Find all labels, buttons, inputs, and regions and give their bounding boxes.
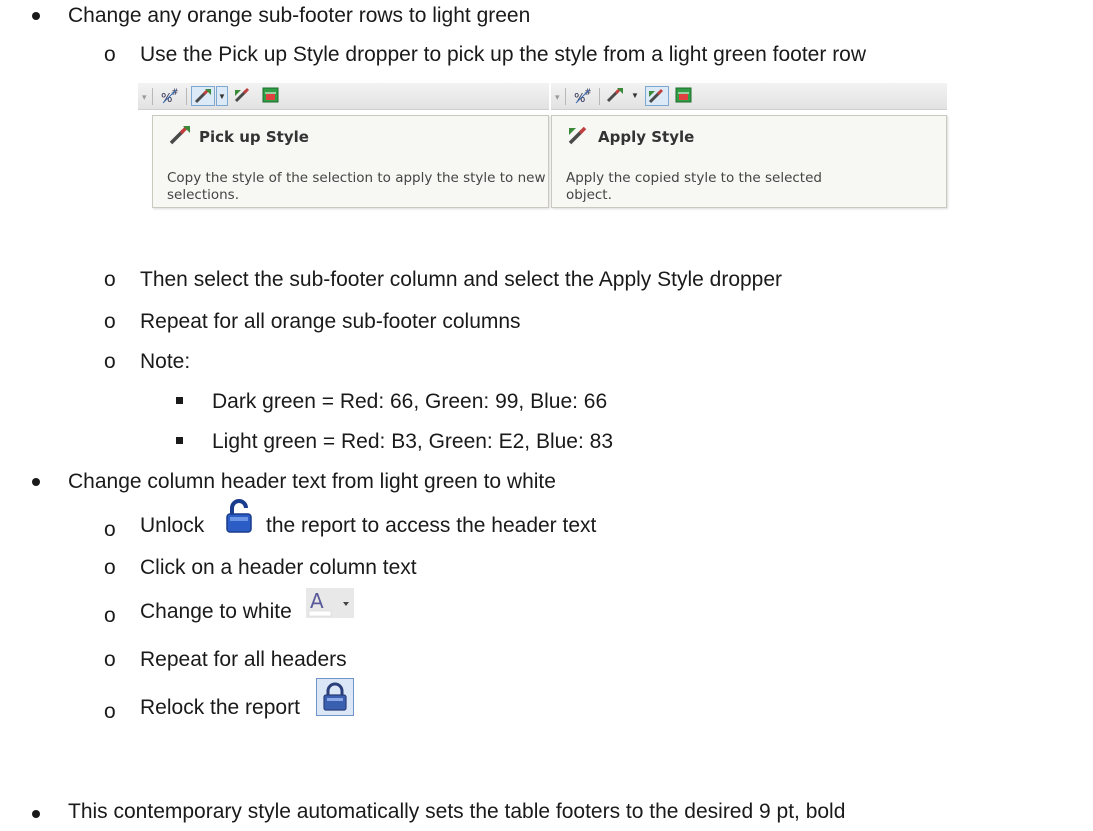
toolbar: ▾ % # ▼ xyxy=(138,83,549,110)
sub-bullet: o xyxy=(104,43,116,66)
sub-repeat-headers: Repeat for all headers xyxy=(140,648,347,671)
toolbar-grip-icon: ▾ xyxy=(555,92,560,102)
sub-relock: Relock the report xyxy=(140,696,300,719)
pick-up-style-icon xyxy=(169,126,190,145)
apply-style-description: Apply the copied style to the selected o… xyxy=(566,170,822,203)
svg-text:#: # xyxy=(171,88,179,98)
sub-change-white: Change to white xyxy=(140,600,292,623)
percent-button[interactable]: % # xyxy=(158,86,182,106)
sub-repeat-orange: Repeat for all orange sub-footer columns xyxy=(140,310,521,333)
font-color-icon: A xyxy=(308,589,349,617)
apply-style-icon xyxy=(648,88,664,104)
sub-click-header: Click on a header column text xyxy=(140,556,417,579)
pick-up-style-screenshot: ▾ % # ▼ Pick up Style Copy the style of … xyxy=(138,83,549,243)
apply-style-tooltip: Apply Style Apply the copied style to th… xyxy=(551,115,947,208)
pick-up-style-description: Copy the style of the selection to apply… xyxy=(167,170,546,203)
document: Change any orange sub-footer rows to lig… xyxy=(0,0,1093,831)
percent-icon: % # xyxy=(574,88,592,105)
unlock-text-pre: Unlock xyxy=(140,514,205,537)
unlock-text-post: the report to access the header text xyxy=(266,514,597,537)
sub-apply-style: Then select the sub-footer column and se… xyxy=(140,268,783,291)
bullet-contemporary-style: This contemporary style automatically se… xyxy=(68,800,846,823)
apply-style-icon xyxy=(234,87,250,103)
sub-note: Note: xyxy=(140,350,191,373)
pick-up-style-dropdown[interactable]: ▼ xyxy=(629,86,641,106)
svg-text:#: # xyxy=(584,88,592,98)
pick-up-style-button[interactable] xyxy=(191,86,215,106)
lock-icon xyxy=(323,682,347,711)
note-dark-green: Dark green = Red: 66, Green: 99, Blue: 6… xyxy=(212,390,608,413)
pick-up-style-icon xyxy=(606,87,623,103)
pick-up-style-button[interactable] xyxy=(604,86,628,106)
apply-style-button[interactable] xyxy=(232,86,256,106)
pick-up-style-icon xyxy=(194,88,211,104)
chart-icon xyxy=(675,87,692,103)
bullet-change-orange: Change any orange sub-footer rows to lig… xyxy=(68,4,531,27)
bullet-header-text: Change column header text from light gre… xyxy=(68,470,556,493)
chart-icon xyxy=(262,87,279,103)
apply-style-icon xyxy=(568,126,587,145)
unlock-icon xyxy=(226,499,252,533)
percent-icon: % # xyxy=(161,88,179,105)
toolbar: ▾ % # ▼ xyxy=(551,83,947,110)
apply-style-title: Apply Style xyxy=(598,128,695,146)
chart-button[interactable] xyxy=(673,86,697,106)
percent-button[interactable]: % # xyxy=(571,86,595,106)
bullet-dot xyxy=(32,12,40,20)
pick-up-style-dropdown[interactable]: ▼ xyxy=(216,86,228,106)
apply-style-button[interactable] xyxy=(645,86,669,106)
chart-button[interactable] xyxy=(260,86,284,106)
font-color-button[interactable]: A xyxy=(306,588,354,618)
svg-text:A: A xyxy=(310,589,324,613)
toolbar-grip-icon: ▾ xyxy=(142,92,147,102)
sub-pick-up-style: Use the Pick up Style dropper to pick up… xyxy=(140,43,867,66)
pick-up-style-tooltip: Pick up Style Copy the style of the sele… xyxy=(152,115,549,208)
pick-up-style-title: Pick up Style xyxy=(199,128,309,146)
lock-button[interactable] xyxy=(316,678,354,716)
note-light-green: Light green = Red: B3, Green: E2, Blue: … xyxy=(212,430,614,453)
apply-style-screenshot: ▾ % # ▼ Apply Style Apply the copied sty… xyxy=(551,83,947,243)
